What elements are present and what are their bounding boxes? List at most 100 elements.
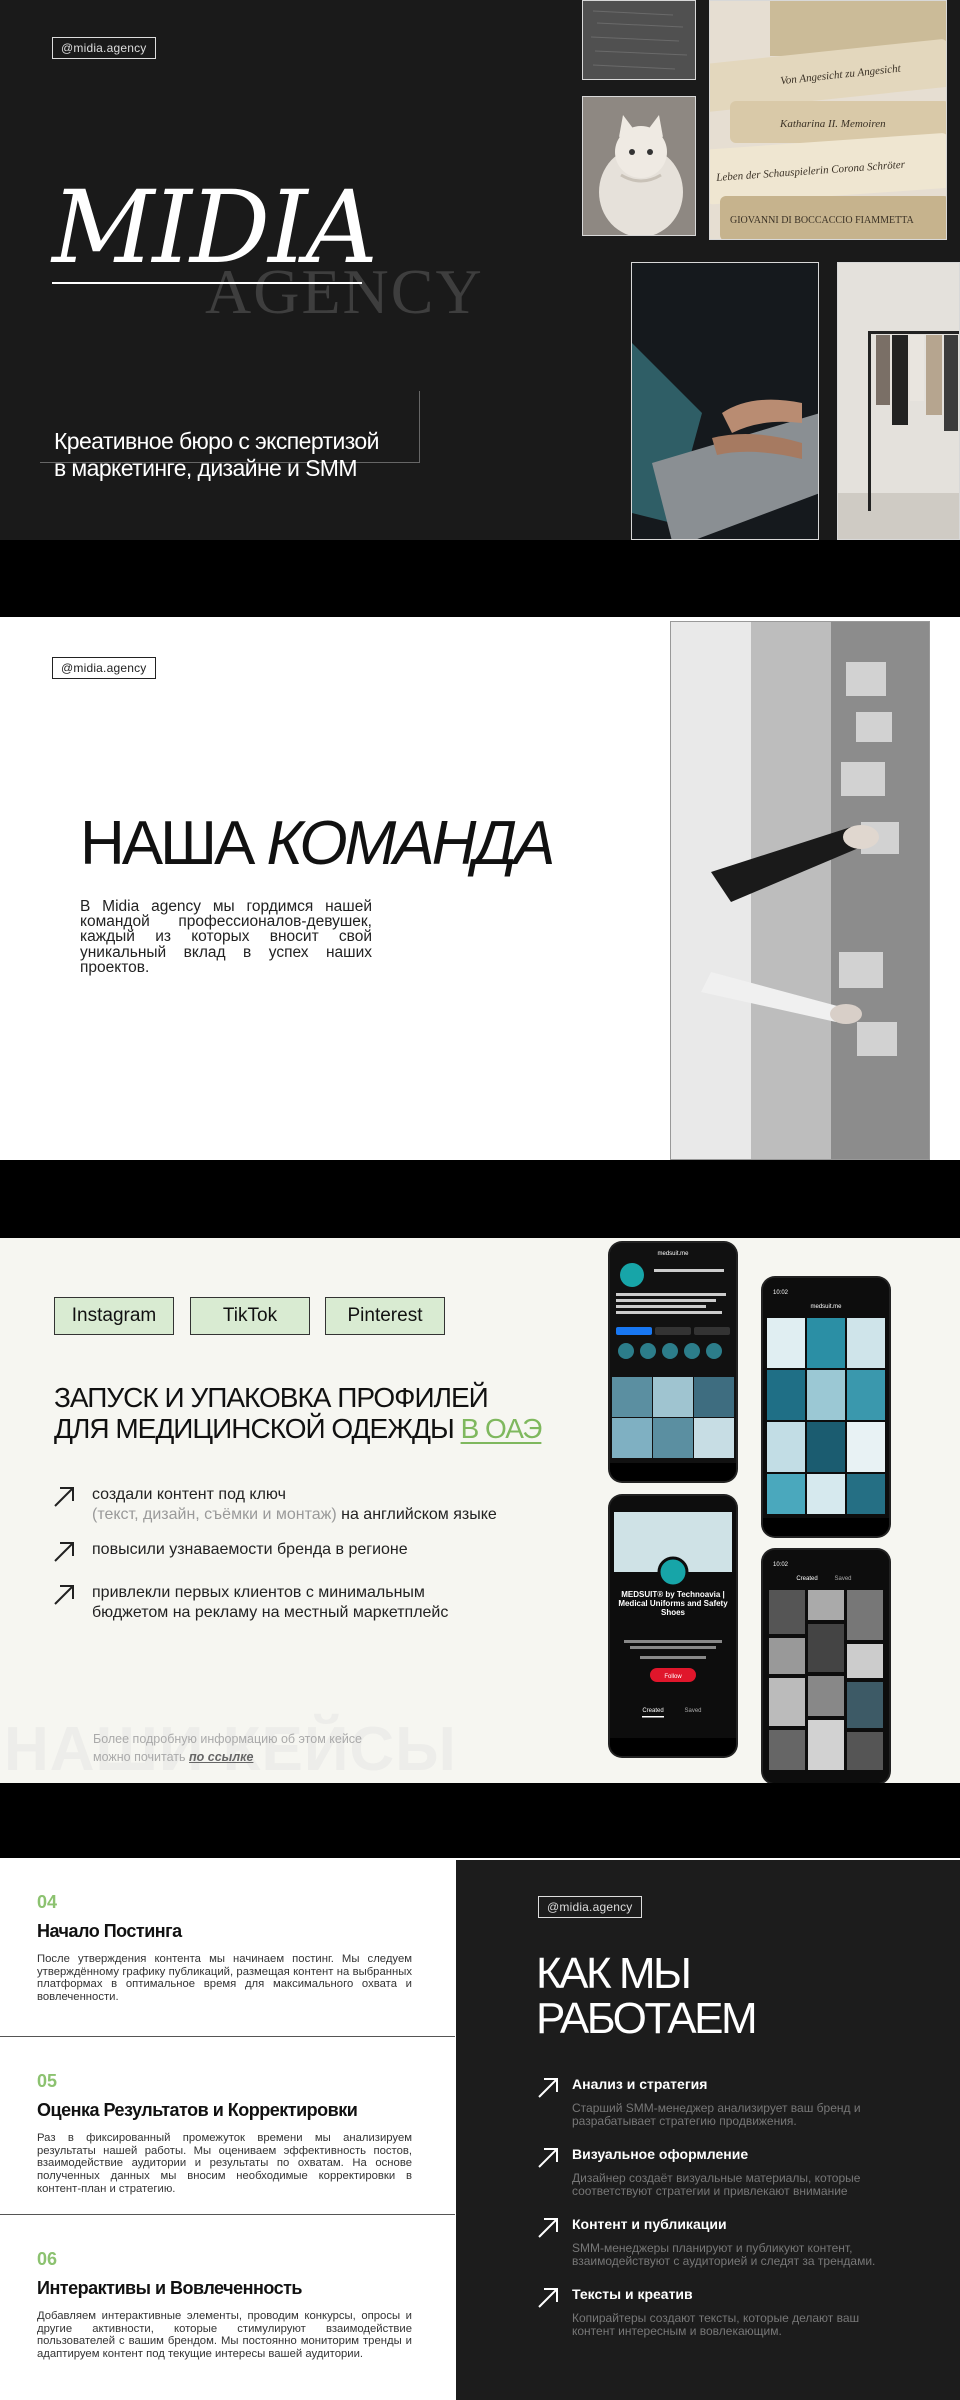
photo-laptop xyxy=(631,262,819,540)
more-info-line-1: Более подробную информацию об этом кейсе xyxy=(93,1732,363,1746)
arrow-up-right-icon xyxy=(54,1585,74,1605)
how-title-line-1: КАК МЫ xyxy=(536,1949,692,1998)
arrow-up-right-icon xyxy=(54,1542,74,1562)
step-06: 06 Интерактивы и Вовлеченность Добавляем… xyxy=(0,2214,455,2400)
brand-underline xyxy=(52,282,362,284)
work-item-title: Визуальное оформление xyxy=(572,2146,749,2162)
team-title: НАША КОМАНДА xyxy=(80,813,555,875)
cat-image xyxy=(583,97,695,235)
more-info-line-2: можно почитать xyxy=(93,1750,186,1765)
phone-screen-card: MEDSUIT® by Technoavia | Medical Uniform… xyxy=(610,1496,736,1756)
work-item-text: Старший SMM-менеджер анализирует ваш бре… xyxy=(572,2101,861,2129)
tab-tiktok[interactable]: TikTok xyxy=(190,1297,310,1335)
case-title-line-1: ЗАПУСК И УПАКОВКА ПРОФИЛЕЙ xyxy=(54,1382,489,1413)
bullet-1-grey: (текст, дизайн, съёмки и монтаж) xyxy=(92,1506,337,1523)
bullet-1: создали контент под ключ (текст, дизайн,… xyxy=(52,1485,572,1529)
team-title-italic: КОМАНДА xyxy=(266,809,556,878)
step-05: 05 Оценка Результатов и Корректировки Ра… xyxy=(0,2036,455,2214)
bullet-2: повысили узнаваемости бренда в регионе xyxy=(52,1540,572,1566)
how-we-work-panel: @midia.agency КАК МЫ РАБОТАЕМ Анализ и с… xyxy=(456,1860,960,2400)
phone-mockup-card: MEDSUIT® by Technoavia | Medical Uniform… xyxy=(610,1496,736,1756)
photo-cat xyxy=(582,96,696,236)
bullet-3-line-2: бюджетом на рекламу на местный маркетпле… xyxy=(92,1604,449,1621)
bullet-1-line-1: создали контент под ключ xyxy=(92,1486,286,1503)
slide-process: 04 Начало Постинга После утверждения кон… xyxy=(0,1858,960,2400)
svg-text:medsuit.me: medsuit.me xyxy=(657,1251,689,1257)
bullet-3-line-1: привлекли первых клиентов с минимальным xyxy=(92,1584,425,1601)
phone-mockup-grid: 10:02 medsuit.me xyxy=(763,1278,889,1536)
svg-text:Saved: Saved xyxy=(684,1708,701,1714)
arrow-up-right-icon xyxy=(538,2218,558,2238)
tab-pinterest[interactable]: Pinterest xyxy=(325,1297,445,1335)
svg-text:10:02: 10:02 xyxy=(773,1290,789,1296)
case-link[interactable]: по ссылке xyxy=(189,1750,253,1764)
slide-team: @midia.agency НАША КОМАНДА В Midia agenc… xyxy=(0,617,960,1160)
svg-text:medsuit.me: medsuit.me xyxy=(810,1304,842,1310)
phone-mockup-pins: 10:02 Created Saved xyxy=(763,1550,889,1783)
photo-texture xyxy=(582,0,696,80)
step-number: 04 xyxy=(37,1892,58,1912)
arrow-up-right-icon xyxy=(538,2078,558,2098)
case-title-line-2: ДЛЯ МЕДИЦИНСКОЙ ОДЕЖДЫ xyxy=(54,1413,455,1445)
svg-text:Katharina II. Memoiren: Katharina II. Memoiren xyxy=(779,118,886,130)
texture-image xyxy=(583,1,695,79)
how-title-line-2: РАБОТАЕМ xyxy=(536,1993,758,2043)
phone-mockup-profile: medsuit.me xyxy=(610,1243,736,1481)
slide-intro: @midia.agency AGENCY MIDIA Креативное бю… xyxy=(0,0,960,540)
step-text: Раз в фиксированный промежуток времени м… xyxy=(37,2132,412,2195)
brand-title: MIDIA xyxy=(52,169,378,286)
bullet-3: привлекли первых клиентов с минимальным … xyxy=(52,1583,572,1627)
step-title: Оценка Результатов и Корректировки xyxy=(37,2100,358,2120)
tagline-line-2: в маркетинге, дизайне и SMM xyxy=(54,455,358,482)
work-item-text: Дизайнер создаёт визуальные материалы, к… xyxy=(572,2171,861,2199)
work-item-text: Копирайтеры создают тексты, которые дела… xyxy=(572,2311,860,2339)
bullet-2-text: повысили узнаваемости бренда в регионе xyxy=(92,1541,408,1558)
photo-clothes-rack xyxy=(837,262,960,540)
step-number: 05 xyxy=(37,2071,58,2091)
work-item-title: Тексты и креатив xyxy=(572,2286,693,2302)
arrow-up-right-icon xyxy=(538,2148,558,2168)
case-title: ЗАПУСК И УПАКОВКА ПРОФИЛЕЙ ДЛЯ МЕДИЦИНСК… xyxy=(54,1382,543,1445)
step-04: 04 Начало Постинга После утверждения кон… xyxy=(0,1858,455,2036)
books-image: Von Angesicht zu Angesicht Katharina II.… xyxy=(710,1,946,239)
phone-screen-pins: 10:02 Created Saved xyxy=(763,1550,889,1783)
svg-text:Created: Created xyxy=(796,1576,817,1582)
arrow-up-right-icon xyxy=(538,2288,558,2308)
phone-screen-grid: 10:02 medsuit.me xyxy=(763,1278,889,1536)
work-item: Тексты и креатив Копирайтеры создают тек… xyxy=(536,2286,916,2346)
team-description: В Midia agency мы гордимся нашей командо… xyxy=(80,898,372,976)
photo-books: Von Angesicht zu Angesicht Katharina II.… xyxy=(709,0,947,240)
tagline: Креативное бюро с экспертизой в маркетин… xyxy=(54,428,379,482)
how-we-work-title: КАК МЫ РАБОТАЕМ xyxy=(536,1949,758,2043)
case-title-highlight: В ОАЭ xyxy=(460,1413,543,1445)
step-number: 06 xyxy=(37,2249,58,2269)
phone-screen-profile: medsuit.me xyxy=(610,1243,736,1481)
more-info: Более подробную информацию об этом кейсе… xyxy=(93,1730,362,1766)
handle-badge: @midia.agency xyxy=(52,657,156,679)
photo-team-board xyxy=(670,621,930,1160)
step-title: Интерактивы и Вовлеченность xyxy=(37,2278,302,2298)
step-title: Начало Постинга xyxy=(37,1921,182,1941)
work-item-title: Контент и публикации xyxy=(572,2216,727,2232)
work-item-title: Анализ и стратегия xyxy=(572,2076,708,2092)
step-text: После утверждения контента мы начинаем п… xyxy=(37,1953,412,2003)
svg-text:Created: Created xyxy=(642,1708,663,1714)
bullet-1-tail: на английском языке xyxy=(341,1506,497,1523)
handle-badge: @midia.agency xyxy=(52,37,156,59)
tagline-line-1: Креативное бюро с экспертизой xyxy=(54,428,379,454)
handle-badge: @midia.agency xyxy=(538,1896,642,1918)
slide-case: НАШИ КЕЙСЫ Instagram TikTok Pinterest ЗА… xyxy=(0,1238,960,1783)
svg-text:GIOVANNI DI BOCCACCIO FIAMMETT: GIOVANNI DI BOCCACCIO FIAMMETTA xyxy=(730,215,915,226)
team-board-image xyxy=(671,622,929,1159)
work-item-text: SMM-менеджеры планируют и публикуют конт… xyxy=(572,2241,876,2269)
team-title-bold: НАША xyxy=(80,809,255,878)
arrow-up-right-icon xyxy=(54,1487,74,1507)
tab-instagram[interactable]: Instagram xyxy=(54,1297,174,1335)
work-item: Контент и публикации SMM-менеджеры плани… xyxy=(536,2216,916,2276)
laptop-image xyxy=(632,263,818,539)
step-text: Добавляем интерактивные элементы, провод… xyxy=(37,2310,412,2360)
svg-text:10:02: 10:02 xyxy=(773,1562,789,1568)
svg-text:Follow: Follow xyxy=(664,1674,682,1680)
work-item: Визуальное оформление Дизайнер создаёт в… xyxy=(536,2146,916,2206)
rack-image xyxy=(838,263,959,539)
